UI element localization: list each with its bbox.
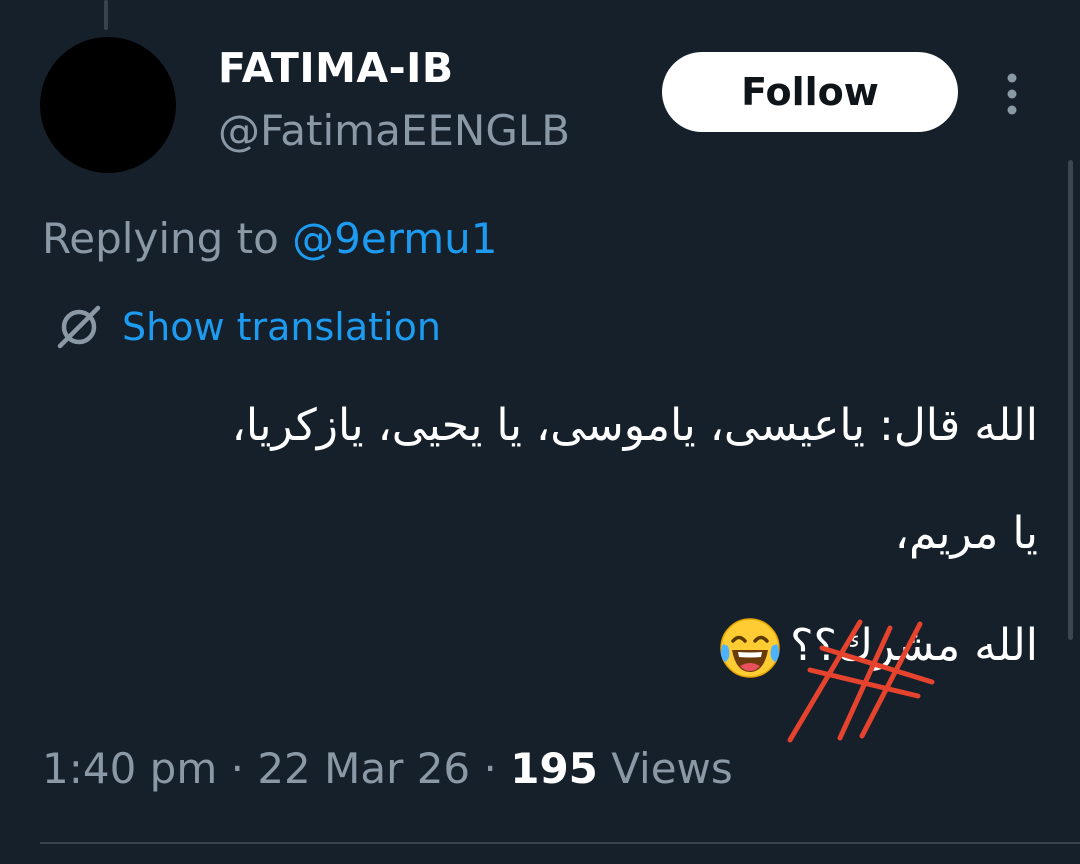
- views-count: 195: [510, 744, 598, 793]
- author-display-name[interactable]: FATIMA-IB: [218, 44, 454, 92]
- meta-separator: ·: [470, 744, 511, 793]
- tweet-time[interactable]: 1:40 pm: [42, 744, 217, 793]
- show-translation-button[interactable]: Show translation: [54, 302, 441, 352]
- red-scribble-annotation: [787, 619, 935, 743]
- face-with-tears-of-joy-icon: [720, 618, 780, 678]
- tweet-date[interactable]: 22 Mar 26: [257, 744, 470, 793]
- avatar[interactable]: [40, 37, 176, 173]
- author-handle[interactable]: @FatimaEENGLB: [218, 106, 570, 155]
- views-label: Views: [597, 744, 733, 793]
- follow-button[interactable]: Follow: [662, 52, 958, 132]
- meta-separator: ·: [217, 744, 258, 793]
- divider: [40, 842, 1080, 844]
- tweet-screen: FATIMA-IB @FatimaEENGLB Follow Replying …: [0, 0, 1080, 864]
- scrollbar[interactable]: [1068, 160, 1073, 640]
- tweet-line-1: الله قال: ياعيسى، ياموسى، يا يحيى، يازكر…: [231, 400, 1038, 451]
- replying-to-label: Replying to: [42, 214, 293, 263]
- tweet-meta: 1:40 pm · 22 Mar 26 · 195 Views: [42, 744, 733, 793]
- replying-to-mention[interactable]: @9ermu1: [292, 214, 497, 263]
- tweet-line-2: يا مريم،: [894, 508, 1038, 559]
- show-translation-label: Show translation: [122, 305, 441, 349]
- globe-slash-icon: [57, 305, 101, 349]
- thread-line: [104, 0, 108, 30]
- replying-to: Replying to @9ermu1: [42, 214, 498, 263]
- more-vertical-icon[interactable]: [1000, 72, 1024, 116]
